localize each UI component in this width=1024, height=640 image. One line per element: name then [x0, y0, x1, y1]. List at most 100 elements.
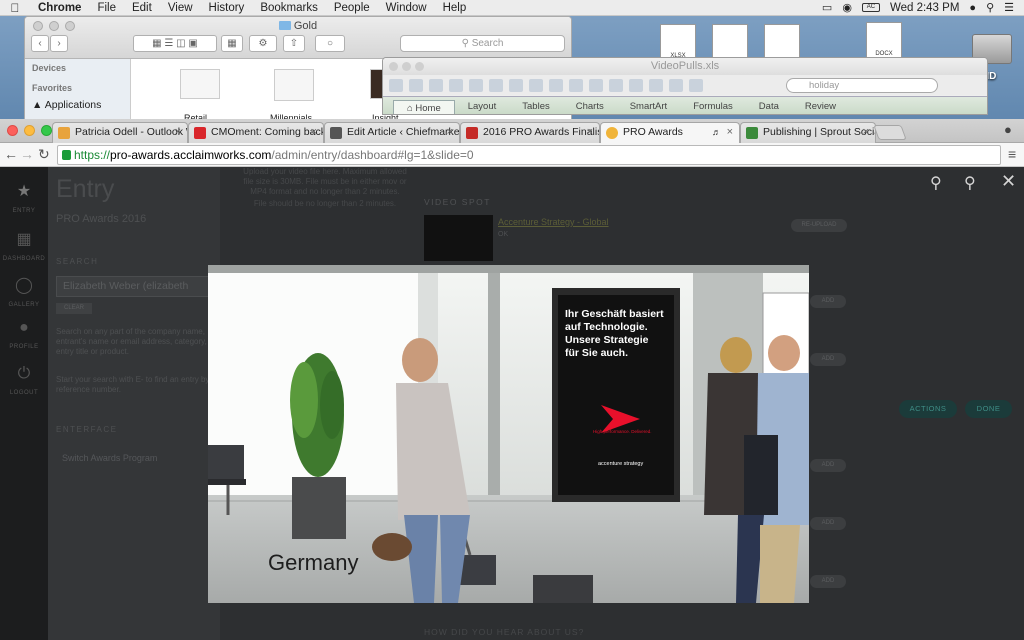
- zoom-in-icon[interactable]: ⚲: [964, 173, 976, 193]
- rail-item-profile[interactable]: ● PROFILE: [0, 319, 48, 351]
- zoom-out-icon[interactable]: ⚲: [930, 173, 942, 193]
- templates-icon[interactable]: [409, 78, 423, 92]
- ribbon-tab-formulas[interactable]: Formulas: [680, 101, 746, 112]
- copy-icon[interactable]: [509, 78, 523, 92]
- ribbon-tab-tables[interactable]: Tables: [509, 101, 562, 112]
- window-minimize-button[interactable]: [24, 125, 35, 136]
- done-button[interactable]: DONE: [965, 400, 1012, 418]
- wifi-icon[interactable]: ◉: [842, 1, 852, 14]
- close-viewer-icon[interactable]: ✕: [1001, 171, 1016, 192]
- tab-cmoment[interactable]: CMOment: Coming back | M ×: [188, 122, 324, 143]
- menu-people[interactable]: People: [326, 2, 378, 14]
- file-thumbnail[interactable]: [274, 69, 314, 101]
- save-icon[interactable]: [449, 78, 463, 92]
- ribbon-tab-charts[interactable]: Charts: [563, 101, 617, 112]
- rail-item-gallery[interactable]: ◯ GALLERY: [0, 275, 48, 309]
- ribbon-tab-review[interactable]: Review: [792, 101, 849, 112]
- forward-button[interactable]: ›: [50, 35, 68, 52]
- add-button[interactable]: ADD: [810, 459, 846, 472]
- video-spot-link[interactable]: Accenture Strategy - Global: [498, 217, 609, 227]
- switch-awards-program-link[interactable]: Switch Awards Program: [62, 453, 157, 463]
- new-tab-button[interactable]: [873, 125, 907, 140]
- action-gear-icon[interactable]: ⚙: [249, 35, 277, 52]
- menu-bookmarks[interactable]: Bookmarks: [252, 2, 326, 14]
- tab-close-icon[interactable]: ×: [311, 123, 317, 142]
- ribbon-tab-home[interactable]: ⌂ Home: [393, 99, 455, 114]
- spotlight-search-icon[interactable]: ⚲: [986, 1, 994, 14]
- tab-close-icon[interactable]: ×: [447, 123, 453, 142]
- file-thumbnail[interactable]: [180, 69, 220, 99]
- arrange-button[interactable]: ▦: [221, 35, 243, 52]
- address-bar[interactable]: https://pro-awards.acclaimworks.com/admi…: [57, 145, 1001, 165]
- notification-center-icon[interactable]: ☰: [1004, 1, 1014, 14]
- add-button[interactable]: ADD: [810, 575, 846, 588]
- clear-search-button[interactable]: CLEAR: [56, 303, 92, 314]
- tab-edit-article[interactable]: Edit Article ‹ Chiefmarketer ×: [324, 122, 460, 143]
- menu-view[interactable]: View: [160, 2, 201, 14]
- ribbon-tab-data[interactable]: Data: [746, 101, 792, 112]
- apple-icon[interactable]: : [0, 1, 30, 15]
- finder-search-input[interactable]: ⚲ Search: [400, 35, 565, 52]
- rail-item-dashboard[interactable]: ▦ DASHBOARD: [0, 229, 48, 263]
- tab-close-icon[interactable]: ×: [175, 123, 181, 142]
- video-spot-thumbnail[interactable]: [424, 215, 493, 261]
- sidebar-item-applications[interactable]: ▲ Applications: [32, 99, 123, 111]
- new-workbook-icon[interactable]: [389, 78, 403, 92]
- toolbox-icon[interactable]: [689, 78, 703, 92]
- gallery-icon[interactable]: [669, 78, 683, 92]
- menu-help[interactable]: Help: [435, 2, 475, 14]
- format-icon[interactable]: [549, 78, 563, 92]
- share-icon[interactable]: ⇧: [283, 35, 305, 52]
- excel-zoom-button[interactable]: [415, 62, 424, 71]
- actions-button[interactable]: ACTIONS: [899, 400, 957, 418]
- tags-button[interactable]: ○: [315, 35, 345, 52]
- excel-close-button[interactable]: [389, 62, 398, 71]
- tab-outlook[interactable]: Patricia Odell - Outlook Web ×: [52, 122, 188, 143]
- rail-item-logout[interactable]: ⏻ LOGOUT: [0, 365, 48, 397]
- tab-close-icon[interactable]: ×: [587, 123, 593, 142]
- redo-icon[interactable]: [589, 78, 603, 92]
- excel-search-input[interactable]: holiday: [786, 78, 938, 93]
- tab-sprout-social[interactable]: Publishing | Sprout Social ×: [740, 122, 876, 143]
- excel-minimize-button[interactable]: [402, 62, 411, 71]
- tab-close-icon[interactable]: ×: [863, 123, 869, 142]
- rail-item-entry[interactable]: ★ ENTRY: [0, 181, 48, 215]
- tab-pro-awards[interactable]: PRO Awards ♬ ×: [600, 122, 740, 144]
- menu-edit[interactable]: Edit: [124, 2, 160, 14]
- filter-icon[interactable]: [649, 78, 663, 92]
- profile-icon[interactable]: ●: [1004, 122, 1012, 137]
- chrome-menu-icon[interactable]: ≡: [1008, 146, 1016, 162]
- audio-playing-icon[interactable]: ♬: [712, 123, 721, 142]
- paste-icon[interactable]: [529, 78, 543, 92]
- video-player[interactable]: Ihr Geschäft basiert auf Technologie. Un…: [208, 265, 809, 603]
- ribbon-tab-layout[interactable]: Layout: [455, 101, 510, 112]
- window-zoom-button[interactable]: [41, 125, 52, 136]
- tab-close-icon[interactable]: ×: [727, 123, 733, 142]
- open-icon[interactable]: [429, 78, 443, 92]
- tab-pro-awards-finalists[interactable]: 2016 PRO Awards Finalists ×: [460, 122, 600, 143]
- ribbon-tab-smartart[interactable]: SmartArt: [617, 101, 680, 112]
- reupload-button[interactable]: RE-UPLOAD: [791, 219, 847, 232]
- back-button[interactable]: ‹: [31, 35, 49, 52]
- reload-icon[interactable]: ↻: [38, 146, 50, 163]
- print-icon[interactable]: [469, 78, 483, 92]
- view-mode-buttons[interactable]: ▦ ☰ ◫ ▣: [133, 35, 217, 52]
- autosum-icon[interactable]: [609, 78, 623, 92]
- cut-icon[interactable]: [489, 78, 503, 92]
- add-button[interactable]: ADD: [810, 353, 846, 366]
- menu-file[interactable]: File: [89, 2, 124, 14]
- sort-icon[interactable]: [629, 78, 643, 92]
- forward-arrow-icon[interactable]: →: [20, 146, 34, 162]
- user-icon[interactable]: ●: [969, 2, 976, 14]
- undo-icon[interactable]: [569, 78, 583, 92]
- battery-icon[interactable]: AC: [861, 3, 880, 12]
- menu-history[interactable]: History: [201, 2, 253, 14]
- back-arrow-icon[interactable]: ←: [4, 146, 18, 162]
- menu-app-chrome[interactable]: Chrome: [30, 2, 89, 14]
- window-close-button[interactable]: [7, 125, 18, 136]
- menu-window[interactable]: Window: [378, 2, 435, 14]
- add-button[interactable]: ADD: [810, 295, 846, 308]
- screen-mirroring-icon[interactable]: ▭: [822, 1, 832, 14]
- clock[interactable]: Wed 2:43 PM: [890, 2, 959, 14]
- add-button[interactable]: ADD: [810, 517, 846, 530]
